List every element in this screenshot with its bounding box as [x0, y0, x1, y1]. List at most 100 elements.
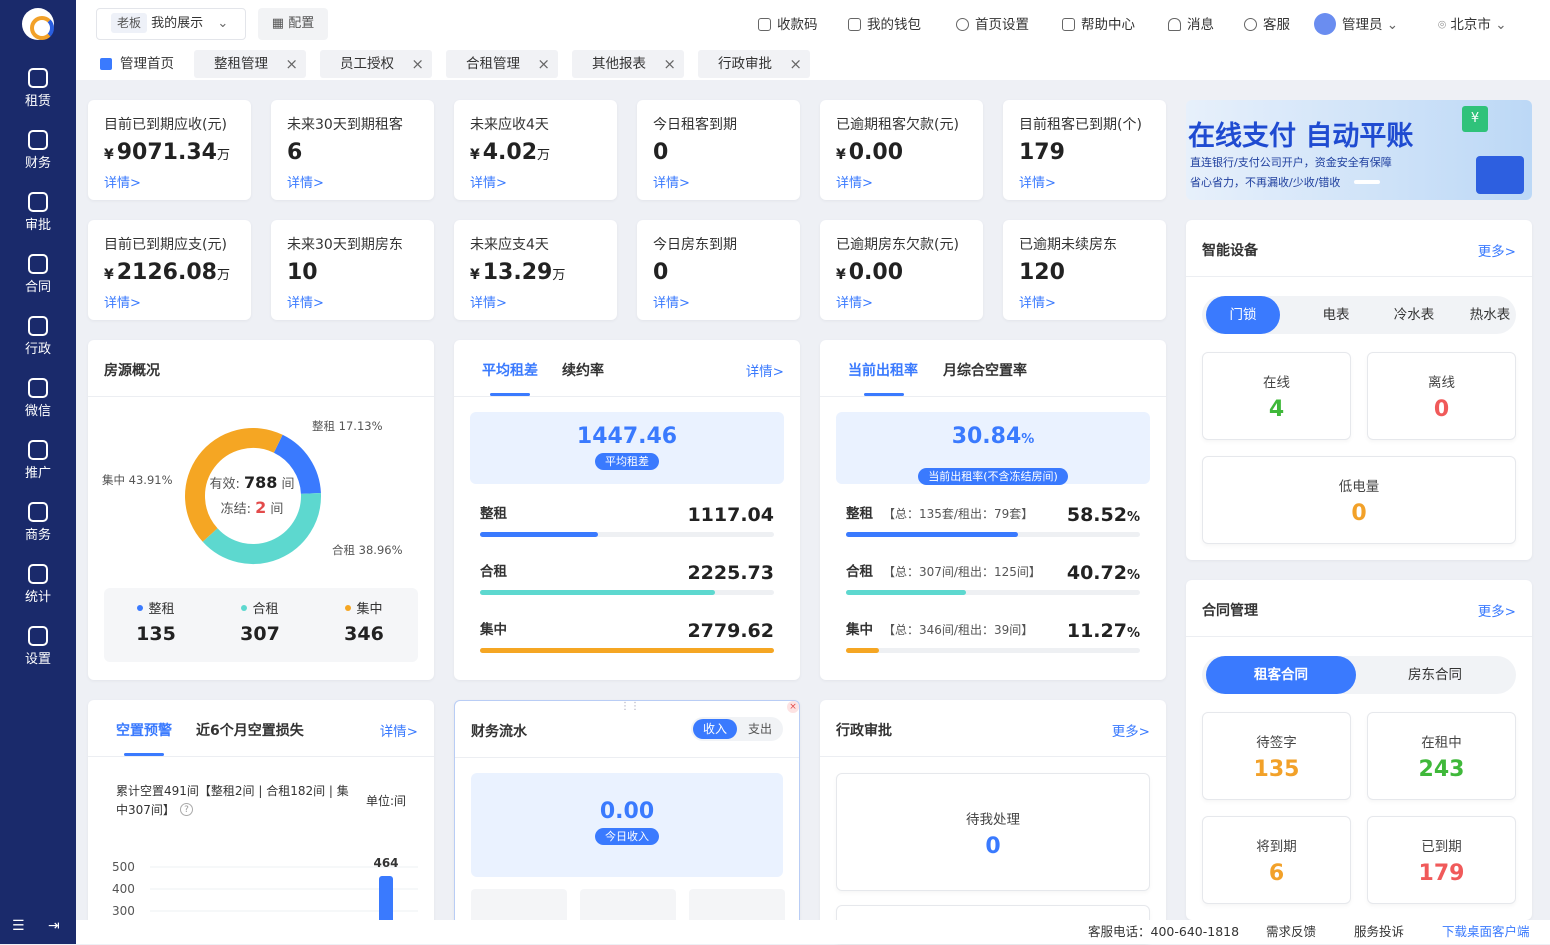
row-value: 11.27%	[1066, 620, 1140, 642]
details-link[interactable]: 详情>	[287, 292, 324, 311]
sidebar-item-wechat[interactable]: 微信	[0, 372, 76, 428]
to-sign-tile[interactable]: 待签字 135	[1202, 712, 1351, 800]
close-icon[interactable]: ×	[787, 701, 799, 713]
customer-service-link[interactable]: 客服	[1244, 0, 1290, 50]
details-link[interactable]: 详情>	[470, 292, 507, 311]
rent-diff-more-link[interactable]: 详情>	[746, 360, 784, 380]
tab-label: 管理首页	[120, 56, 174, 72]
vacancy-more-link[interactable]: 详情>	[380, 720, 418, 740]
promo-banner[interactable]: 在线支付 自动平账 直连银行/支付公司开户，资金安全有保障 省心省力，不再漏收/…	[1186, 100, 1532, 200]
tab-tenant-contract[interactable]: 租客合同	[1206, 656, 1356, 694]
tab-cold-water-meter[interactable]: 冷水表	[1376, 296, 1452, 334]
details-link[interactable]: 详情>	[470, 172, 507, 191]
tab-home[interactable]: 管理首页	[90, 50, 182, 78]
stats-icon	[28, 564, 48, 584]
admin-more-link[interactable]: 更多>	[1112, 720, 1150, 740]
slice-label-whole: 整租 17.13%	[312, 419, 383, 433]
row-value: 1117.04	[687, 504, 774, 526]
city-select[interactable]: ⌾ 北京市 ⌄	[1438, 0, 1507, 50]
help-icon[interactable]: ?	[180, 803, 193, 816]
tab-occupancy[interactable]: 当前出租率	[848, 360, 918, 380]
sidebar-item-finance[interactable]: 财务	[0, 124, 76, 180]
sidebar-item-contract[interactable]: 合同	[0, 248, 76, 304]
low-battery-tile[interactable]: 低电量 0	[1202, 456, 1516, 544]
stat-card: 目前租客已到期(个) 179 详情>	[1003, 100, 1166, 200]
expense-toggle[interactable]: 支出	[739, 719, 781, 739]
tab-renewal-rate[interactable]: 续约率	[562, 360, 604, 380]
close-icon[interactable]: ×	[285, 50, 298, 78]
details-link[interactable]: 详情>	[836, 292, 873, 311]
sidebar-item-stats[interactable]: 统计	[0, 558, 76, 614]
sidebar-item-label: 租赁	[24, 94, 51, 109]
tab-shared-rent[interactable]: 合租管理 ×	[446, 50, 558, 78]
expiring-tile[interactable]: 将到期 6	[1202, 816, 1351, 904]
tab-avg-rent-diff[interactable]: 平均租差	[482, 360, 538, 380]
feedback-link[interactable]: 需求反馈	[1266, 920, 1316, 944]
details-link[interactable]: 详情>	[836, 172, 873, 191]
sidebar-item-admin[interactable]: 行政	[0, 310, 76, 366]
income-toggle[interactable]: 收入	[693, 719, 737, 739]
tab-other-reports[interactable]: 其他报表 ×	[572, 50, 684, 78]
menu-toggle-icon[interactable]: ☰	[12, 918, 25, 934]
sidebar-item-promotion[interactable]: 推广	[0, 434, 76, 490]
qr-code-link[interactable]: 收款码	[758, 0, 818, 50]
home-settings-link[interactable]: 首页设置	[956, 0, 1029, 50]
collapse-icon[interactable]: ⇥	[48, 918, 60, 934]
tab-landlord-contract[interactable]: 房东合同	[1360, 656, 1510, 694]
tab-vacancy-rate[interactable]: 月综合空置率	[943, 360, 1027, 380]
progress-track	[480, 532, 774, 537]
sidebar-item-rent[interactable]: 租赁	[0, 62, 76, 118]
config-button[interactable]: ▦ 配置	[258, 8, 328, 40]
details-link[interactable]: 详情>	[1019, 172, 1056, 191]
tab-whole-rent[interactable]: 整租管理 ×	[194, 50, 306, 78]
online-tile[interactable]: 在线 4	[1202, 352, 1351, 440]
sidebar-item-business[interactable]: 商务	[0, 496, 76, 552]
progress-fill	[846, 532, 1019, 537]
contracts-more-link[interactable]: 更多>	[1478, 600, 1516, 620]
complaint-link[interactable]: 服务投诉	[1354, 920, 1404, 944]
stat-value: 0	[653, 140, 669, 165]
sidebar-item-approval[interactable]: 审批	[0, 186, 76, 242]
device-type-tabs: 门锁 电表 冷水表 热水表	[1202, 296, 1516, 334]
promotion-icon	[28, 440, 48, 460]
tab-label: 其他报表	[592, 56, 646, 72]
sidebar-item-settings[interactable]: 设置	[0, 620, 76, 676]
stat-value: ¥13.29万	[470, 260, 566, 285]
tab-hot-water-meter[interactable]: 热水表	[1452, 296, 1528, 334]
rent-icon	[28, 68, 48, 88]
devices-more-link[interactable]: 更多>	[1478, 240, 1516, 260]
stat-card: 今日租客到期 0 详情>	[637, 100, 800, 200]
close-icon[interactable]: ×	[537, 50, 550, 78]
details-link[interactable]: 详情>	[287, 172, 324, 191]
user-menu[interactable]: 管理员 ⌄	[1314, 0, 1398, 50]
details-link[interactable]: 详情>	[104, 292, 141, 311]
tab-staff-auth[interactable]: 员工授权 ×	[320, 50, 432, 78]
drag-handle-icon[interactable]: ⋮⋮	[620, 701, 640, 712]
details-link[interactable]: 详情>	[104, 172, 141, 191]
details-link[interactable]: 详情>	[1019, 292, 1056, 311]
help-center-link[interactable]: 帮助中心	[1062, 0, 1135, 50]
stat-card: 未来30天到期租客 6 详情>	[271, 100, 434, 200]
tab-vacancy-warning[interactable]: 空置预警	[116, 720, 172, 740]
tab-electric-meter[interactable]: 电表	[1298, 296, 1374, 334]
banner-title: 在线支付 自动平账	[1188, 121, 1414, 152]
details-link[interactable]: 详情>	[653, 172, 690, 191]
pending-tile[interactable]: 待我处理 0	[836, 773, 1150, 891]
stat-label: 目前已到期应支(元)	[104, 237, 227, 253]
tab-vacancy-loss[interactable]: 近6个月空置损失	[196, 720, 304, 740]
logo	[22, 8, 54, 40]
messages-link[interactable]: 消息	[1168, 0, 1214, 50]
tab-admin-approval[interactable]: 行政审批 ×	[698, 50, 810, 78]
renting-tile[interactable]: 在租中 243	[1367, 712, 1516, 800]
offline-tile[interactable]: 离线 0	[1367, 352, 1516, 440]
wallet-link[interactable]: 我的钱包	[848, 0, 921, 50]
banner-dot[interactable]	[1354, 180, 1380, 184]
download-client-link[interactable]: 下载桌面客户端	[1442, 920, 1530, 944]
role-select[interactable]: 老板 我的展示 ⌄	[96, 8, 246, 40]
details-link[interactable]: 详情>	[653, 292, 690, 311]
close-icon[interactable]: ×	[789, 50, 802, 78]
expired-tile[interactable]: 已到期 179	[1367, 816, 1516, 904]
close-icon[interactable]: ×	[411, 50, 424, 78]
close-icon[interactable]: ×	[663, 50, 676, 78]
tab-lock[interactable]: 门锁	[1206, 296, 1280, 334]
